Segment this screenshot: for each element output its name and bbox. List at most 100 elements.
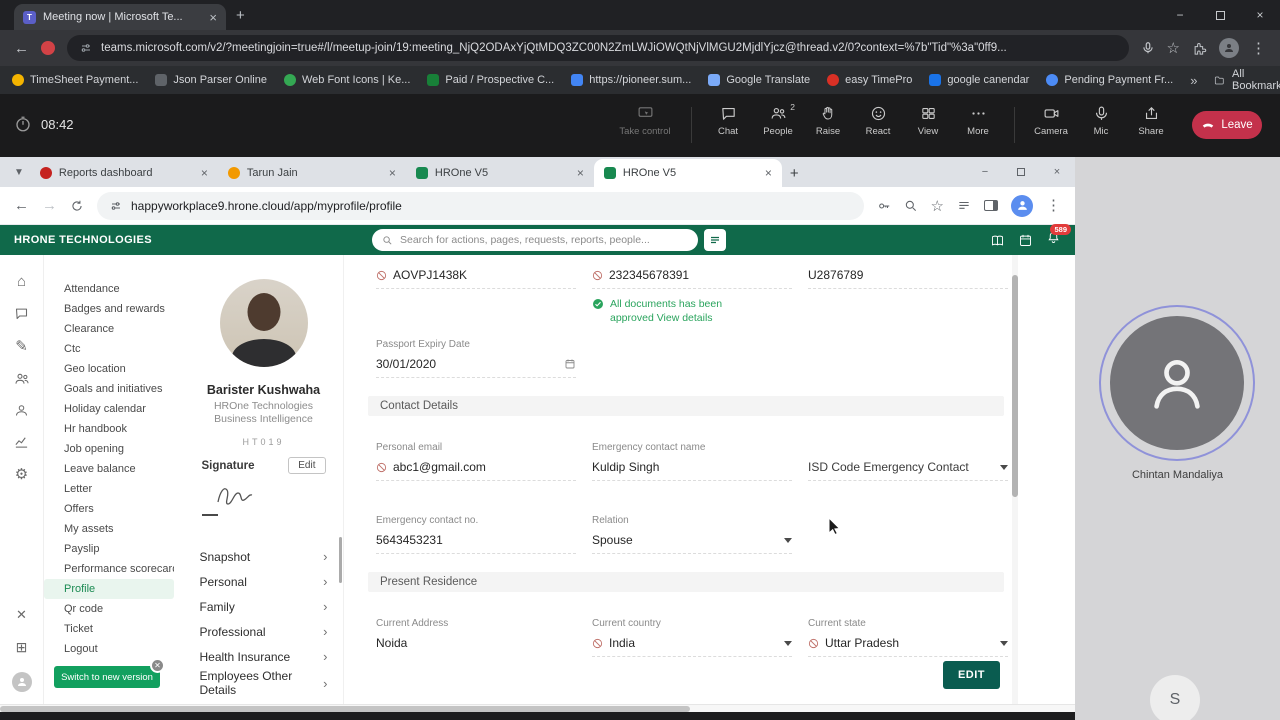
view-button[interactable]: View	[905, 94, 951, 137]
page-scrollbar[interactable]	[1012, 255, 1018, 704]
close-button[interactable]: ×	[1039, 157, 1075, 187]
passport-expiry-field[interactable]: Passport Expiry Date 30/01/2020	[376, 339, 576, 379]
raise-hand-button[interactable]: Raise	[805, 94, 851, 137]
chrome-tab[interactable]: Tarun Jain ×	[218, 159, 406, 187]
menu-item-health-insurance[interactable]: Health Insurance ›	[200, 644, 328, 669]
reading-list-icon[interactable]	[957, 199, 971, 213]
sidebar-item-goals[interactable]: Goals and initiatives	[44, 379, 174, 399]
sidebar-item-badges[interactable]: Badges and rewards	[44, 299, 174, 319]
isd-code-select[interactable]: ISD Code Emergency Contact	[808, 442, 1008, 482]
switch-new-version-button[interactable]: Switch to new version ✕	[54, 658, 165, 688]
new-tab-button[interactable]: +	[236, 7, 245, 24]
relation-select[interactable]: Relation Spouse	[592, 515, 792, 555]
bookmark-item[interactable]: Paid / Prospective C...	[427, 74, 554, 86]
teams-browser-tab[interactable]: T Meeting now | Microsoft Te... ×	[14, 4, 226, 30]
minimize-button[interactable]: −	[1160, 0, 1200, 30]
back-icon[interactable]: ←	[14, 41, 29, 56]
refresh-icon[interactable]	[70, 199, 84, 213]
sidebar-item-payslip[interactable]: Payslip	[44, 539, 174, 559]
analytics-icon[interactable]	[14, 434, 29, 449]
sidebar-item-leave-balance[interactable]: Leave balance	[44, 459, 174, 479]
maximize-button[interactable]	[1003, 157, 1039, 187]
site-settings-icon[interactable]	[110, 200, 122, 212]
camera-button[interactable]: Camera	[1028, 94, 1074, 137]
bookmark-item[interactable]: Pending Payment Fr...	[1046, 74, 1173, 86]
sidebar-item-ctc[interactable]: Ctc	[44, 339, 174, 359]
menu-item-personal[interactable]: Personal ›	[200, 569, 328, 594]
apps-grid-icon[interactable]: ⊞	[16, 639, 28, 656]
new-tab-button[interactable]: +	[790, 165, 799, 182]
chrome-profile-avatar[interactable]	[1011, 194, 1033, 217]
hrone-logo[interactable]: HRONE TECHNOLOGIES	[14, 234, 152, 246]
address-bar[interactable]: teams.microsoft.com/v2/?meetingjoin=true…	[67, 35, 1129, 61]
bookmark-item[interactable]: easy TimePro	[827, 74, 912, 86]
edit-button[interactable]: EDIT	[942, 661, 1000, 690]
search-input[interactable]	[400, 234, 688, 246]
scrollbar-thumb[interactable]	[339, 537, 342, 583]
bookmark-item[interactable]: Google Translate	[708, 74, 810, 86]
calendar-icon[interactable]	[1018, 233, 1033, 248]
bookmark-item[interactable]: Json Parser Online	[155, 74, 267, 86]
tab-close-icon[interactable]: ×	[389, 166, 396, 180]
chrome-tab[interactable]: HROne V5 ×	[406, 159, 594, 187]
menu-kebab-icon[interactable]: ⋮	[1046, 198, 1061, 213]
current-address-field[interactable]: Current Address Noida	[376, 618, 576, 657]
horizontal-scrollbar[interactable]	[0, 704, 1075, 712]
dismiss-icon[interactable]: ✕	[150, 658, 165, 673]
calendar-icon[interactable]	[564, 358, 576, 370]
browser-profile-avatar[interactable]	[1219, 38, 1239, 58]
home-icon[interactable]: ⌂	[17, 273, 26, 290]
site-info-icon[interactable]	[80, 42, 92, 54]
extensions-puzzle-icon[interactable]	[1192, 41, 1207, 56]
sidebar-item-attendance[interactable]: Attendance	[44, 279, 174, 299]
menu-item-employees-other-details[interactable]: Employees Other Details ›	[200, 669, 328, 697]
sidebar-item-holiday-calendar[interactable]: Holiday calendar	[44, 399, 174, 419]
recording-extension-icon[interactable]	[41, 41, 55, 55]
people-button[interactable]: 2 People	[755, 94, 801, 137]
more-button[interactable]: More	[955, 94, 1001, 137]
sidebar-item-my-assets[interactable]: My assets	[44, 519, 174, 539]
scrollbar-thumb[interactable]	[1012, 275, 1018, 497]
person-icon[interactable]	[14, 403, 29, 418]
signature-edit-button[interactable]: Edit	[288, 457, 326, 474]
current-state-select[interactable]: Current state Uttar Pradesh	[808, 618, 1008, 658]
sidebar-item-offers[interactable]: Offers	[44, 499, 174, 519]
bookmarks-overflow-icon[interactable]: »	[1190, 73, 1197, 88]
menu-item-family[interactable]: Family ›	[200, 594, 328, 619]
leave-button[interactable]: Leave	[1192, 111, 1262, 139]
mic-icon[interactable]	[1141, 41, 1155, 55]
exit-icon[interactable]: ✕	[16, 607, 27, 623]
close-button[interactable]: ×	[1240, 0, 1280, 30]
profile-photo[interactable]	[219, 279, 308, 367]
address-bar[interactable]: happyworkplace9.hrone.cloud/app/myprofil…	[97, 191, 864, 220]
scrollbar-thumb[interactable]	[0, 706, 690, 712]
chrome-tab-active[interactable]: HROne V5 ×	[593, 159, 782, 187]
bookmark-item[interactable]: Web Font Icons | Ke...	[283, 74, 410, 86]
sidebar-item-qr-code[interactable]: Qr code	[44, 599, 174, 619]
sidebar-item-letter[interactable]: Letter	[44, 479, 174, 499]
react-button[interactable]: React	[855, 94, 901, 137]
team-icon[interactable]	[14, 371, 30, 387]
tab-close-icon[interactable]: ×	[209, 10, 217, 25]
password-key-icon[interactable]	[877, 199, 891, 213]
maximize-button[interactable]	[1200, 0, 1240, 30]
handbook-icon[interactable]	[990, 233, 1005, 248]
bookmark-item[interactable]: google canendar	[929, 74, 1029, 86]
participant-bubble[interactable]: S	[1150, 675, 1200, 720]
tab-close-icon[interactable]: ×	[765, 166, 772, 180]
current-country-select[interactable]: Current country India	[592, 618, 792, 658]
sidebar-item-performance[interactable]: Performance scorecard	[44, 559, 174, 579]
mic-button[interactable]: Mic	[1078, 94, 1124, 137]
tab-close-icon[interactable]: ×	[577, 166, 584, 180]
emergency-contact-name-field[interactable]: Emergency contact name Kuldip Singh	[592, 442, 792, 482]
sidebar-item-geo-location[interactable]: Geo location	[44, 359, 174, 379]
sidebar-item-hr-handbook[interactable]: Hr handbook	[44, 419, 174, 439]
sidebar-item-job-opening[interactable]: Job opening	[44, 439, 174, 459]
menu-item-professional[interactable]: Professional ›	[200, 619, 328, 644]
bookmark-item[interactable]: TimeSheet Payment...	[12, 74, 138, 86]
sidebar-item-ticket[interactable]: Ticket	[44, 619, 174, 639]
sidebar-item-logout[interactable]: Logout	[44, 639, 174, 659]
bookmark-star-icon[interactable]: ☆	[1167, 41, 1180, 56]
chrome-tab[interactable]: Reports dashboard ×	[30, 159, 218, 187]
minimize-button[interactable]: −	[967, 157, 1003, 187]
